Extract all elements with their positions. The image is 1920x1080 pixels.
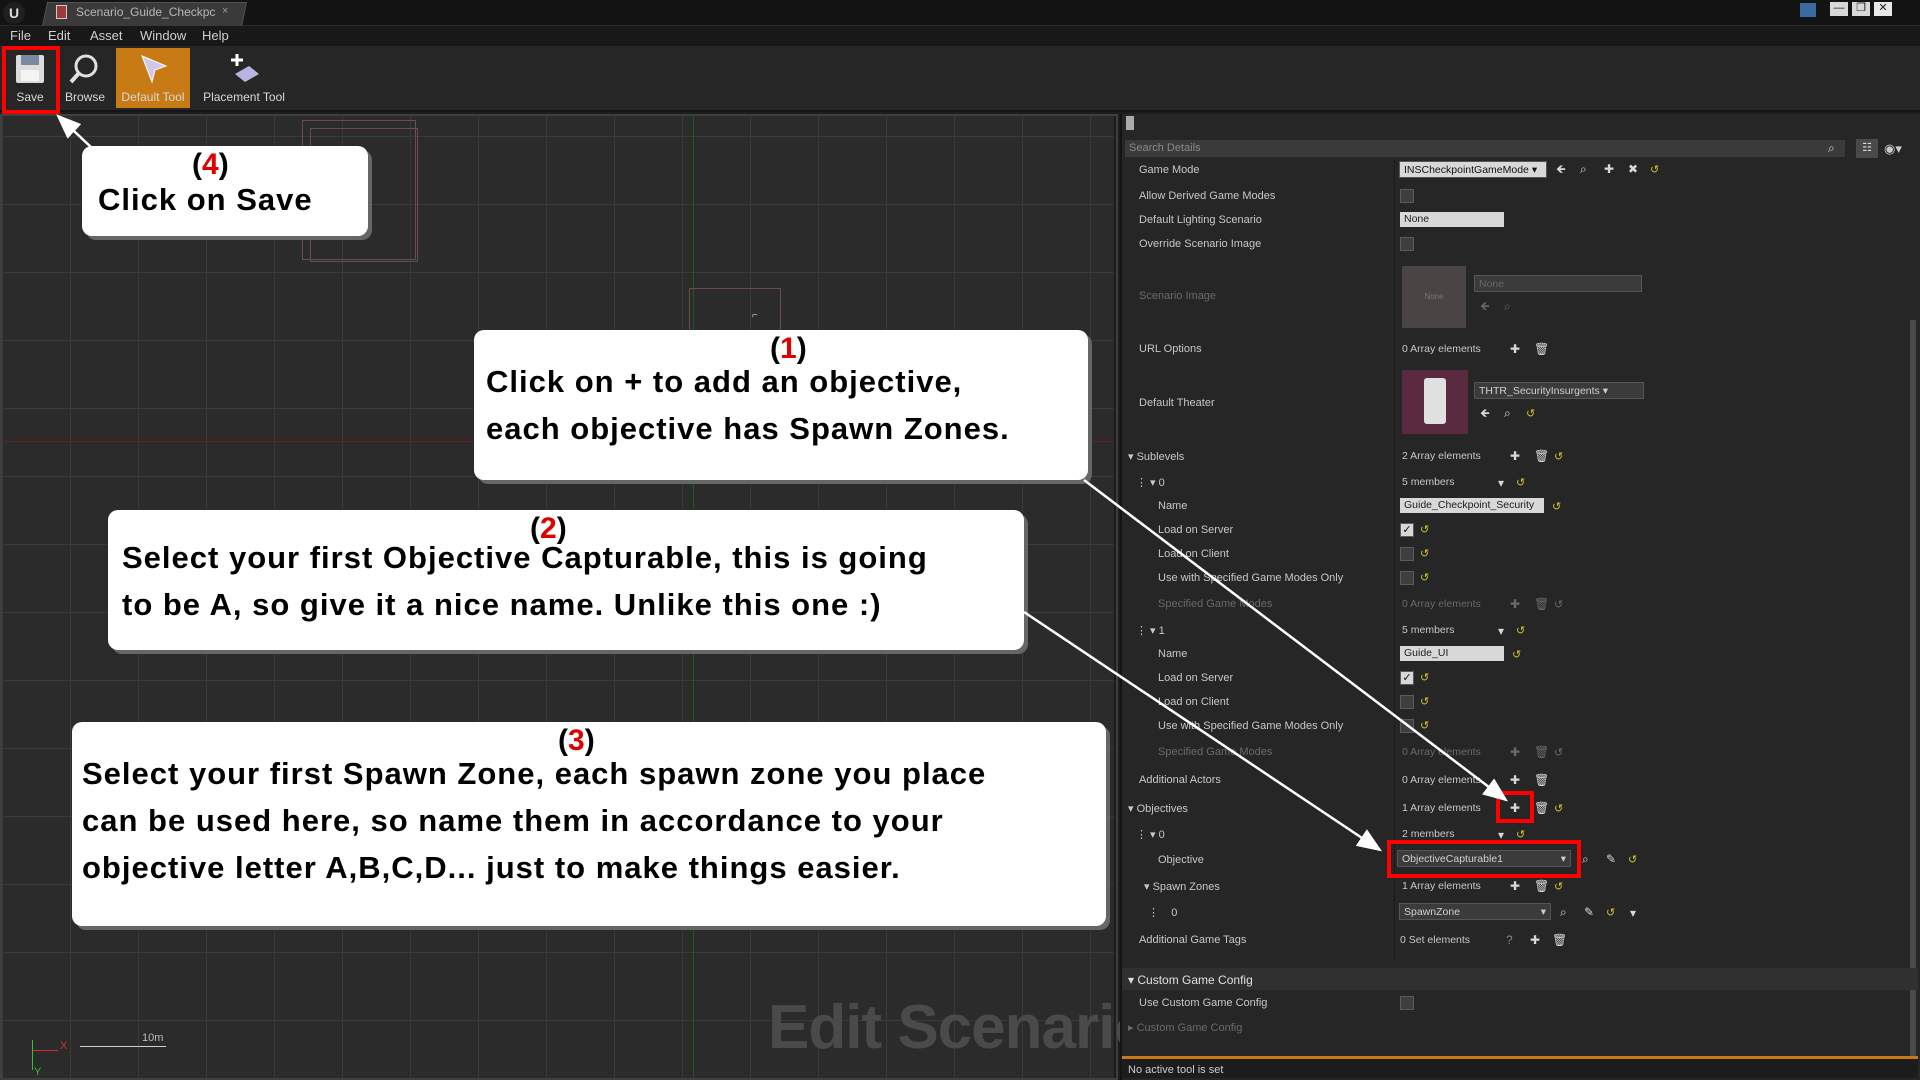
callout-arrows (56, 114, 1508, 852)
arrow-to-save (56, 114, 93, 149)
arrow-to-objective (1023, 610, 1383, 852)
arrow-to-add-objective (1083, 479, 1508, 802)
